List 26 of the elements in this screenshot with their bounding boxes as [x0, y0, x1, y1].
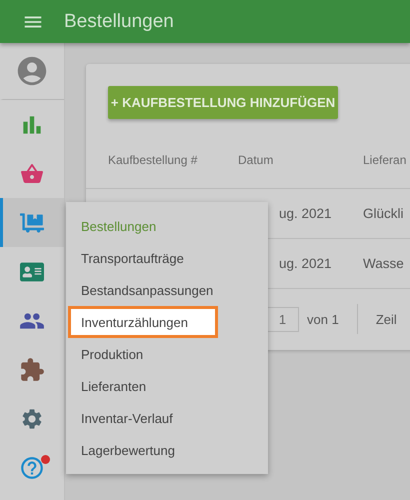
table-cell-text: ug. 2021 [278, 206, 333, 222]
menu-item[interactable]: Inventar-Verlauf [68, 402, 266, 434]
column-header[interactable]: Lieferan [363, 153, 410, 167]
column-header[interactable]: Kaufbestellung # [108, 153, 238, 167]
menu-item[interactable]: Lagerbewertung [68, 434, 266, 466]
settings-icon [20, 406, 44, 430]
contact-card-icon [20, 260, 44, 284]
rows-per-page-label: Zeil [376, 312, 397, 327]
table-cell-text: Wasse [363, 256, 405, 271]
sidebar-item[interactable] [0, 198, 64, 247]
column-header[interactable]: Datum [238, 153, 363, 167]
menu-item[interactable]: Produktion [68, 338, 266, 370]
menu-item[interactable]: Transportaufträge [68, 242, 266, 274]
hand-truck-icon [20, 210, 44, 234]
puzzle-icon [19, 356, 45, 382]
app-title: Bestellungen [64, 10, 174, 32]
table-cell-text: ug. 2021 [278, 256, 333, 271]
page-number-field[interactable]: 1 [267, 306, 299, 332]
help-icon [19, 454, 45, 480]
table-cell-text: Glückli [363, 206, 405, 222]
page-count: von 1 [307, 312, 339, 327]
menu-item[interactable]: Bestandsanpassungen [68, 274, 266, 306]
basket-icon [20, 162, 44, 186]
menu-item[interactable]: Inventurzählungen [68, 306, 218, 338]
avatar-icon [15, 54, 49, 88]
menu-item[interactable]: Lieferanten [68, 370, 266, 402]
